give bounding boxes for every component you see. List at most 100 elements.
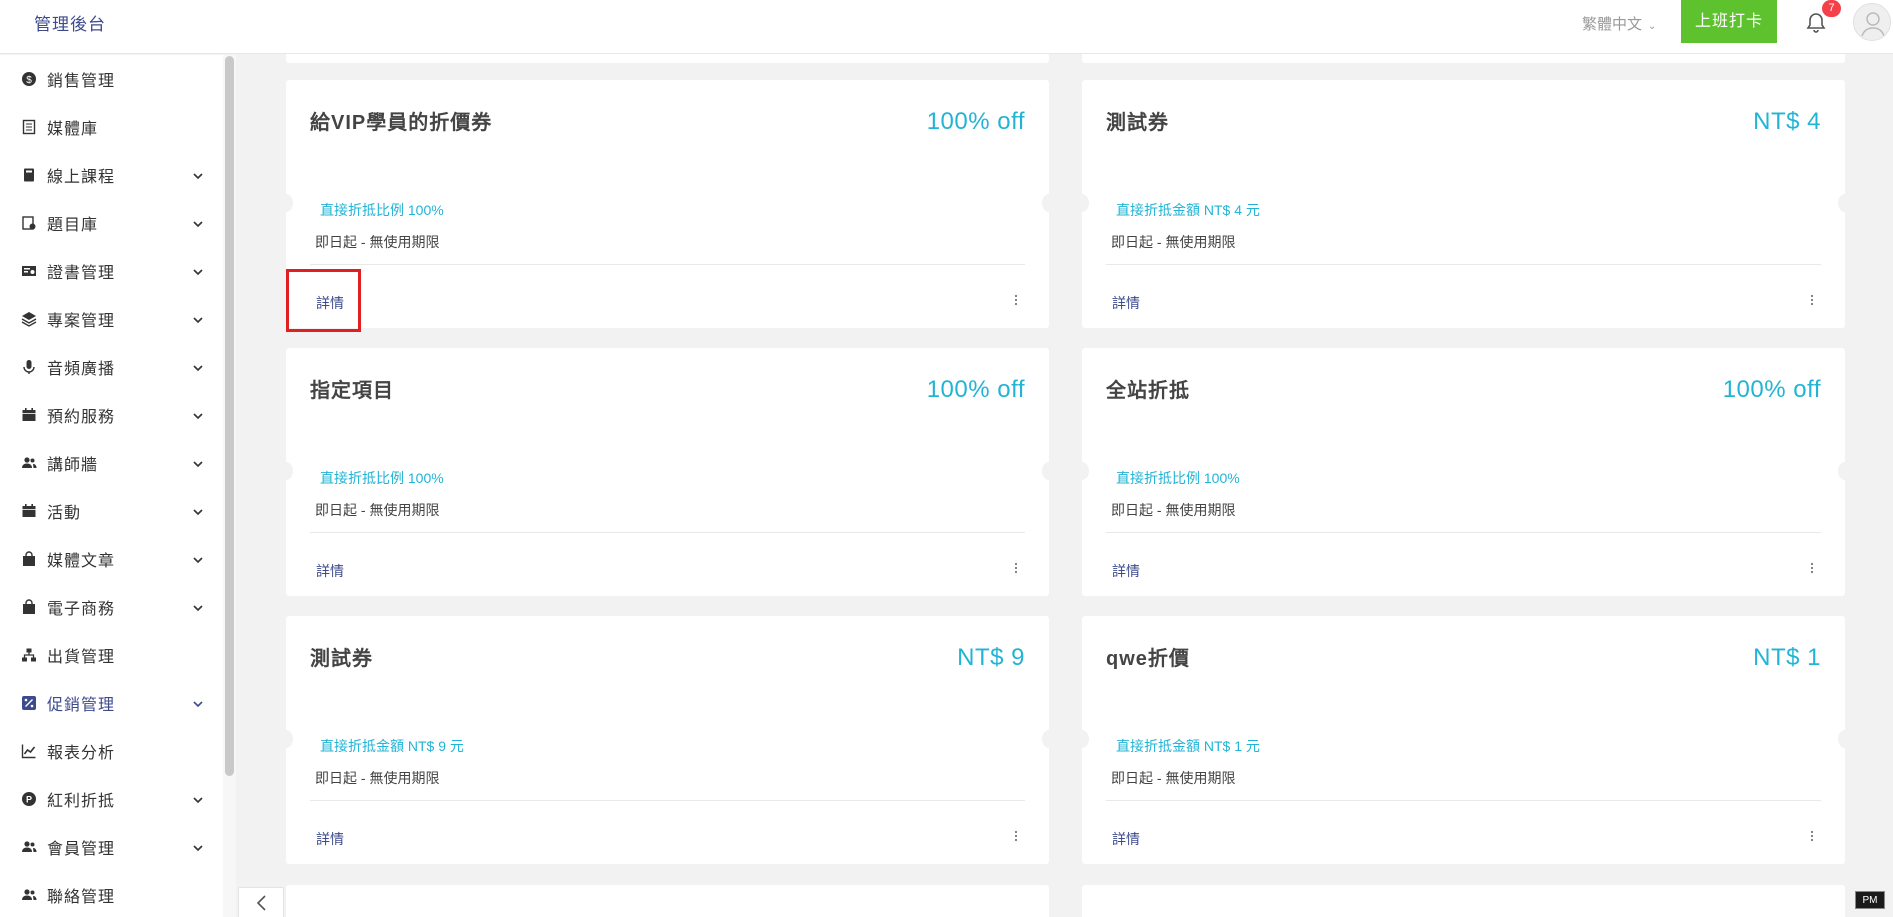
coupon-discount: 直接折抵金額 NT$ 1 元 — [1116, 738, 1260, 754]
sidebar-item-label: 促銷管理 — [47, 697, 116, 714]
coupon-period: 即日起 - 無使用期限 — [1111, 234, 1236, 250]
more-options-icon[interactable] — [1809, 291, 1815, 309]
sidebar-item-label: 紅利折抵 — [47, 793, 116, 810]
pm-indicator: PM — [1855, 891, 1885, 909]
sidebar-item-label: 音頻廣播 — [47, 361, 116, 378]
sidebar-item-label: 銷售管理 — [47, 73, 116, 90]
sidebar-nav: $ 銷售管理媒體庫線上課程 題目庫證書管理專案管理音頻廣播預約服務講師牆活動媒體文章… — [0, 55, 223, 917]
percent-icon — [20, 694, 38, 712]
sidebar-item[interactable]: $ 銷售管理 — [0, 55, 222, 103]
chevron-down-icon — [192, 217, 204, 229]
card-divider — [310, 800, 1025, 801]
sidebar-item[interactable]: 聯絡管理 — [0, 871, 222, 917]
notification-badge: 7 — [1822, 0, 1841, 17]
sidebar-item[interactable]: 證書管理 — [0, 247, 222, 295]
language-label: 繁體中文 — [1582, 16, 1643, 33]
card-divider — [310, 264, 1025, 265]
more-options-icon[interactable] — [1013, 291, 1019, 309]
card-notch — [1075, 730, 1089, 748]
coupon-title: 測試券 — [1106, 112, 1169, 134]
sidebar-item[interactable]: 題目庫 — [0, 199, 222, 247]
details-link[interactable]: 詳情 — [1112, 561, 1140, 581]
book-icon — [20, 166, 38, 184]
brand-title[interactable]: 管理後台 — [34, 10, 106, 35]
more-options-icon[interactable] — [1809, 559, 1815, 577]
details-link[interactable]: 詳情 — [1112, 829, 1140, 849]
users-icon — [20, 838, 38, 856]
language-selector[interactable]: 繁體中文 ⌄ — [1582, 13, 1656, 34]
card-notch — [1042, 730, 1056, 748]
chevron-down-icon — [192, 265, 204, 277]
more-options-icon[interactable] — [1013, 827, 1019, 845]
sidebar-item-label: 媒體文章 — [47, 553, 116, 570]
sidebar-item[interactable]: 出貨管理 — [0, 631, 222, 679]
sidebar-item[interactable]: 會員管理 — [0, 823, 222, 871]
chevron-down-icon — [192, 841, 204, 853]
certificate-icon — [20, 262, 38, 280]
sidebar-item[interactable]: 媒體文章 — [0, 535, 222, 583]
coupon-card: 測試券 NT$ 4 直接折抵金額 NT$ 4 元即日起 - 無使用期限 詳情 — [1075, 80, 1852, 328]
calendar-icon — [20, 406, 38, 424]
chevron-down-icon: ⌄ — [1648, 21, 1657, 32]
coupon-card: 給VIP學員的折價券 100% off 直接折抵比例 100% 即日起 - 無使用期限… — [279, 80, 1056, 328]
more-options-icon[interactable] — [1013, 559, 1019, 577]
coupon-card: 全站折抵 100% off 直接折抵比例 100% 即日起 - 無使用期限 詳情 — [1075, 348, 1852, 596]
sidebar-item-label: 預約服務 — [47, 409, 116, 426]
coupon-value: 100% off — [926, 108, 1025, 135]
users-icon — [20, 454, 38, 472]
chart-icon — [20, 742, 38, 760]
chevron-down-icon — [192, 409, 204, 421]
coupon-discount: 直接折抵比例 100% — [1116, 470, 1240, 486]
sidebar-item-label: 出貨管理 — [47, 649, 116, 666]
sidebar-item[interactable]: 活動 — [0, 487, 222, 535]
sidebar-item-label: 媒體庫 — [47, 121, 99, 138]
chevron-left-icon — [256, 895, 266, 911]
sidebar-item[interactable]: 音頻廣播 — [0, 343, 222, 391]
card-notch — [279, 730, 293, 748]
coupon-value: NT$ 1 — [1753, 644, 1821, 671]
coupon-discount: 直接折抵比例 100% — [320, 470, 444, 486]
chevron-down-icon — [192, 361, 204, 373]
card-notch — [1838, 194, 1852, 212]
user-avatar[interactable] — [1853, 3, 1891, 41]
card-divider — [1106, 800, 1821, 801]
details-link[interactable]: 詳情 — [316, 829, 344, 849]
coupon-period: 即日起 - 無使用期限 — [315, 234, 440, 250]
sidebar-item[interactable]: 報表分析 — [0, 727, 222, 775]
sidebar-item[interactable]: P 紅利折抵 — [0, 775, 222, 823]
coupon-value: 100% off — [1722, 376, 1821, 403]
card-divider — [310, 532, 1025, 533]
chevron-down-icon — [192, 169, 204, 181]
chevron-down-icon — [192, 553, 204, 565]
coupon-title: qwe折價 — [1106, 648, 1190, 670]
sidebar-item[interactable]: 預約服務 — [0, 391, 222, 439]
sidebar-item[interactable]: 媒體庫 — [0, 103, 222, 151]
details-link[interactable]: 詳情 — [1112, 293, 1140, 313]
microphone-icon — [20, 358, 38, 376]
details-link[interactable]: 詳情 — [316, 561, 344, 581]
sidebar-item[interactable]: 促銷管理 — [0, 679, 222, 727]
card-notch — [1838, 730, 1852, 748]
card-notch — [1042, 462, 1056, 480]
sidebar-item-label: 電子商務 — [47, 601, 116, 618]
sidebar-item[interactable]: 電子商務 — [0, 583, 222, 631]
collapse-sidebar-button[interactable] — [238, 887, 284, 917]
sidebar-scrollbar[interactable] — [225, 56, 234, 776]
more-options-icon[interactable] — [1809, 827, 1815, 845]
points-icon: P — [20, 790, 38, 808]
sidebar-item-label: 報表分析 — [47, 745, 116, 762]
clock-in-button[interactable]: 上班打卡 — [1681, 0, 1777, 43]
coupon-period: 即日起 - 無使用期限 — [1111, 502, 1236, 518]
sidebar-item-label: 講師牆 — [47, 457, 99, 474]
coupon-discount: 直接折抵金額 NT$ 4 元 — [1116, 202, 1260, 218]
sidebar-item-label: 證書管理 — [47, 265, 116, 282]
card-notch — [1838, 462, 1852, 480]
sidebar-item[interactable]: 線上課程 — [0, 151, 222, 199]
sidebar-item[interactable]: 講師牆 — [0, 439, 222, 487]
bag-icon — [20, 598, 38, 616]
sidebar-item[interactable]: 專案管理 — [0, 295, 222, 343]
card-notch — [1075, 462, 1089, 480]
coupon-discount: 直接折抵金額 NT$ 9 元 — [320, 738, 464, 754]
calendar-icon — [20, 502, 38, 520]
card-notch — [1075, 194, 1089, 212]
